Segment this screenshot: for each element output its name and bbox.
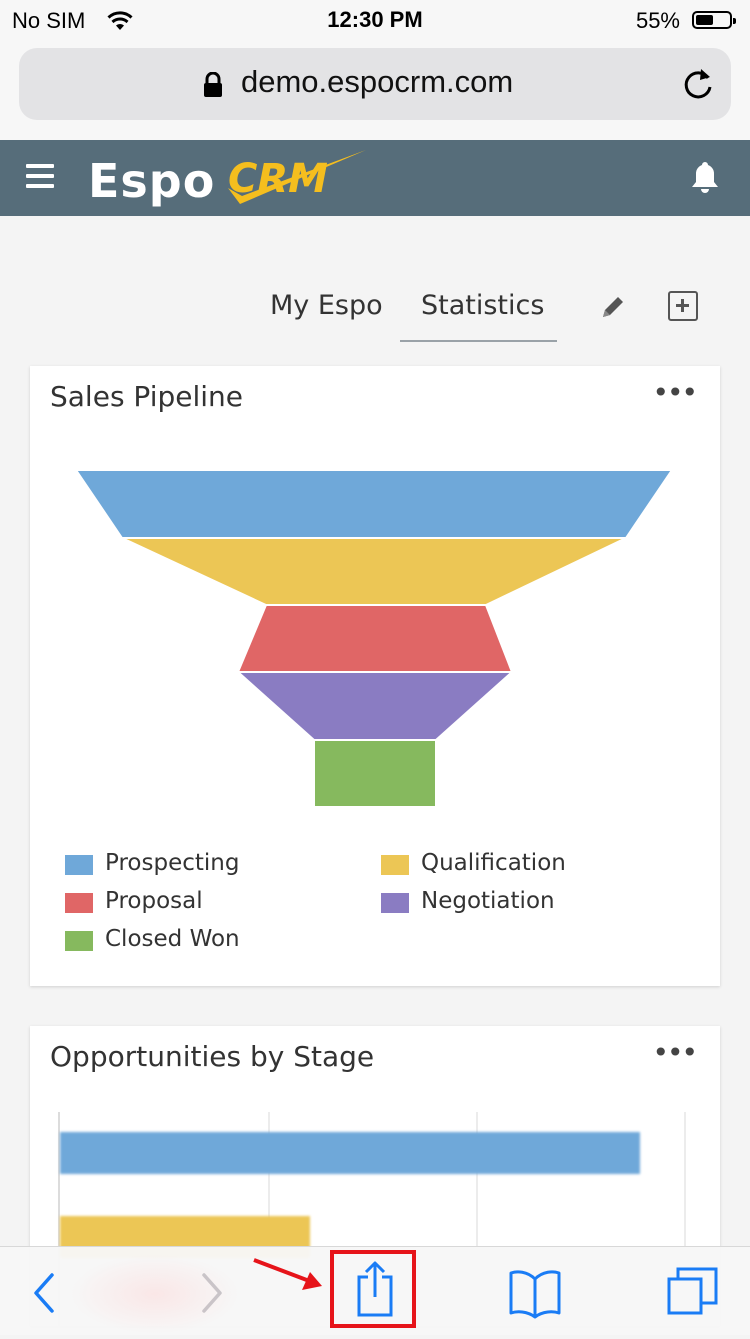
status-bar: No SIM 12:30 PM 55% [0,0,750,40]
edit-dashboard-pencil-icon[interactable] [598,292,628,326]
reload-icon[interactable] [681,66,715,106]
funnel-segment-negotiation[interactable] [235,671,515,741]
battery-icon [692,11,736,29]
legend-label: Proposal [105,888,203,914]
app-navbar: Espo CRM [0,140,750,216]
add-dashlet-plus-icon[interactable] [668,291,698,321]
funnel-segment-prospecting[interactable] [74,469,674,539]
logo-text-crm: CRM [228,156,328,202]
legend-swatch [65,855,93,875]
url-text: demo.espocrm.com [241,64,514,99]
bar[interactable] [60,1132,641,1174]
dashlet-title: Opportunities by Stage [50,1040,375,1073]
tabs-icon [667,1267,718,1315]
legend-swatch [65,931,93,951]
book-icon [509,1270,561,1319]
legend-swatch [381,855,409,875]
legend-label: Closed Won [105,926,240,952]
espocrm-logo[interactable]: Espo CRM [88,148,368,210]
notification-bell-icon[interactable] [690,160,720,198]
legend-label: Prospecting [105,850,240,876]
bookmarks-button[interactable] [505,1247,565,1335]
chevron-left-icon [34,1273,54,1313]
legend-swatch [65,893,93,913]
battery-percent: 55% [635,8,680,33]
legend-label: Qualification [421,850,566,876]
tab-my-espo[interactable]: My Espo [270,290,383,321]
touch-highlight [70,1254,240,1334]
sales-pipeline-dashlet: Sales Pipeline ••• Prospecting Qualificat… [30,366,720,986]
red-arrow-annotation [253,1258,322,1290]
lock-icon [203,71,223,102]
address-bar[interactable]: demo.espocrm.com [19,48,731,120]
funnel-segment-closed-won[interactable] [313,739,437,808]
funnel-segment-proposal[interactable] [236,604,514,673]
dashlet-menu-icon[interactable]: ••• [652,1036,698,1069]
tab-statistics[interactable]: Statistics [421,290,544,321]
menu-icon[interactable] [26,164,54,188]
active-tab-indicator [400,340,557,342]
tabs-button[interactable] [666,1247,726,1335]
dashboard-tabs: My Espo Statistics [0,280,750,344]
back-button[interactable] [20,1247,70,1335]
legend-label: Negotiation [421,888,555,914]
funnel-chart [74,469,674,808]
legend-swatch [381,893,409,913]
logo-text-espo: Espo [88,154,216,208]
share-button-highlight [330,1250,416,1328]
funnel-segment-qualification[interactable] [121,537,627,606]
browser-address-area: demo.espocrm.com [0,40,750,140]
